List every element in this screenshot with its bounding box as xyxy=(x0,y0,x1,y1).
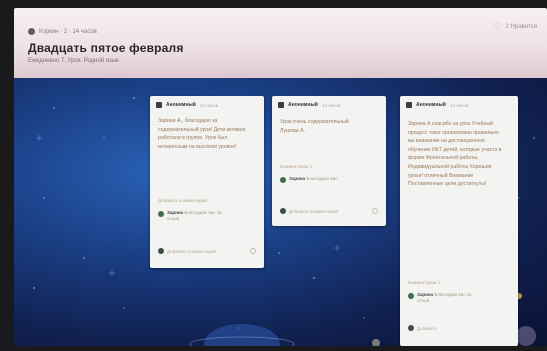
post-author: Анонимный xyxy=(416,102,446,108)
post-time: 14 часов xyxy=(321,102,341,108)
like-button[interactable]: ♡ 2 Нравится xyxy=(493,22,537,31)
commenter-name: Зарина xyxy=(289,176,306,181)
page-header: Коркин · 2 · 14 часов Двадцать пятое фев… xyxy=(14,8,547,78)
post-author: Анонимный xyxy=(288,102,318,108)
post-card[interactable]: Анонимный 14 часов Зарина А спасибо за у… xyxy=(400,96,518,346)
post-card[interactable]: Анонимный 14 часов Урок очень содержател… xyxy=(272,96,386,226)
commenter-avatar-icon xyxy=(158,211,164,217)
post-author: Анонимный xyxy=(166,102,196,108)
post-header: Анонимный 14 часов xyxy=(278,102,340,108)
commenter-name: Зарина xyxy=(417,292,434,297)
post-card[interactable]: Анонимный 14 часов Зарина А., благодарю … xyxy=(150,96,264,268)
comment-item: Зарина Благодарю вас за отзыв xyxy=(158,210,227,221)
user-avatar-icon xyxy=(278,102,284,108)
commenter-name: Зарина xyxy=(167,210,184,215)
user-avatar-icon xyxy=(156,102,162,108)
add-comment-placeholder: Добавить комментарий xyxy=(167,248,216,254)
comments-label: Добавить комментарий xyxy=(158,198,207,203)
commenter-avatar-icon xyxy=(280,177,286,183)
add-comment-row[interactable]: Добавить xyxy=(408,325,510,331)
heart-icon: ♡ xyxy=(493,21,502,31)
add-comment-placeholder: Добавить xyxy=(417,325,437,331)
browser-screen: Коркин · 2 · 14 часов Двадцать пятое фев… xyxy=(14,8,547,346)
author-avatar-icon xyxy=(28,28,35,35)
add-comment-row[interactable]: Добавить комментарий xyxy=(158,248,256,254)
my-avatar-icon xyxy=(158,248,164,254)
post-header: Анонимный 14 часов xyxy=(156,102,218,108)
padlet-wall: Анонимный 14 часов Зарина А., благодарю … xyxy=(14,78,547,346)
page-title: Двадцать пятое февраля xyxy=(28,41,184,55)
post-body: Зарина А., благодарю за содержательный у… xyxy=(158,118,246,150)
page-subtitle: Ежедневно 7. Урок. Родной язык xyxy=(28,58,119,64)
comments-label: Комментарии 1 xyxy=(408,280,441,285)
post-body: Зарина А спасибо за урок Учебный процесс… xyxy=(408,121,502,188)
breadcrumb[interactable]: Коркин · 2 · 14 часов xyxy=(28,28,97,35)
user-avatar-icon xyxy=(406,102,412,108)
post-time: 14 часов xyxy=(449,102,469,108)
comment-item: Зарина Благодарю вас xyxy=(280,176,338,183)
add-comment-row[interactable]: Добавить комментарий xyxy=(280,208,378,214)
add-comment-placeholder: Добавить комментарий xyxy=(289,208,338,214)
post-header: Анонимный 14 часов xyxy=(406,102,468,108)
commenter-avatar-icon xyxy=(408,293,414,299)
post-body: Урок очень содержательный. Лушова А. xyxy=(280,119,351,134)
like-label: 2 Нравится xyxy=(505,23,537,30)
send-icon[interactable] xyxy=(250,248,256,254)
my-avatar-icon xyxy=(408,325,414,331)
comments-label: Комментарии 1 xyxy=(280,164,313,169)
post-time: 14 часов xyxy=(199,102,219,108)
comment-item: Зарина Благодарю вас за отзыв xyxy=(408,292,477,303)
comment-text: Благодарю вас xyxy=(306,176,338,181)
send-icon[interactable] xyxy=(372,208,378,214)
my-avatar-icon xyxy=(280,208,286,214)
breadcrumb-text: Коркин · 2 · 14 часов xyxy=(39,28,97,35)
